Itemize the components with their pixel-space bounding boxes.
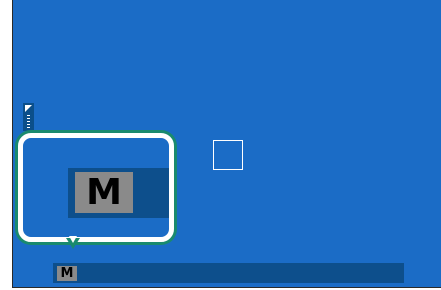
shooting-mode-badge-small: M — [57, 266, 77, 281]
focus-frame-icon — [213, 140, 243, 170]
exposure-indicator — [23, 103, 34, 131]
camera-viewfinder-screen: M M — [12, 0, 441, 288]
callout-pointer — [66, 236, 80, 249]
shooting-mode-badge-large: M — [75, 172, 133, 213]
mode-display-large: M — [68, 168, 169, 218]
exposure-scale — [27, 115, 30, 129]
mode-callout: M — [18, 133, 174, 242]
status-bar: M — [53, 263, 404, 283]
exposure-compensation-icon — [25, 105, 32, 112]
